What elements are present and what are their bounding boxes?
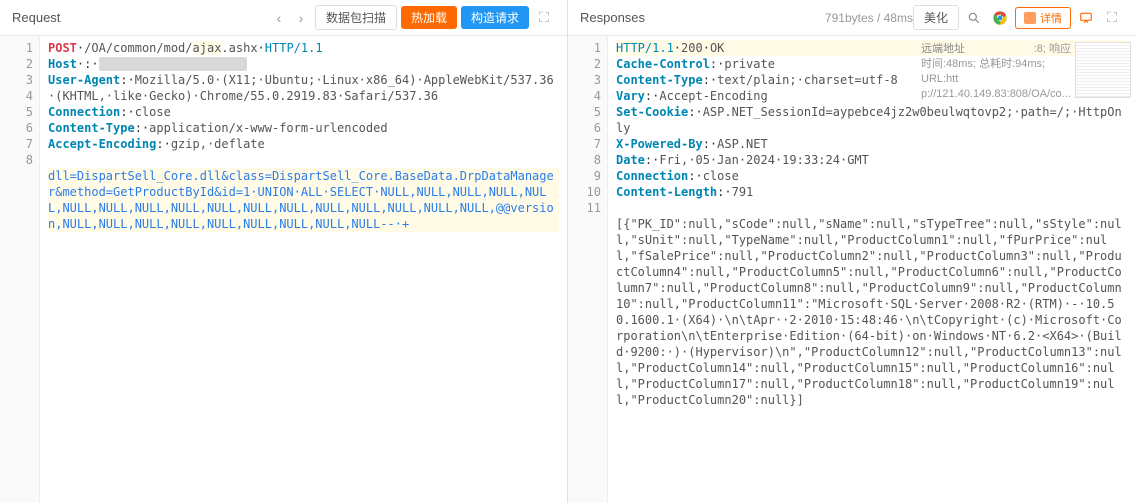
remote-suffix: :8; 响应	[1034, 42, 1071, 57]
request-panel: Request ‹ › 数据包扫描 热加载 构造请求 ⛶ 12345678 PO…	[0, 0, 568, 503]
response-code[interactable]: HTTP/1.1·200·OKCache-Control:·privateCon…	[608, 36, 1135, 503]
build-request-button[interactable]: 构造请求	[461, 6, 529, 29]
timing-info: 时间:48ms; 总耗时:94ms; URL:htt	[921, 57, 1071, 87]
response-header-actions: 美化 详情 ⛶	[913, 5, 1123, 30]
response-gutter: 1234567891011	[568, 36, 608, 503]
chat-icon[interactable]	[1075, 7, 1097, 29]
request-title: Request	[12, 10, 269, 25]
request-body[interactable]: 12345678 POST·/OA/common/mod/ajax.ashx·H…	[0, 36, 567, 503]
response-thumbnail[interactable]	[1075, 42, 1131, 98]
beautify-button[interactable]: 美化	[913, 5, 959, 30]
search-icon[interactable]	[963, 7, 985, 29]
url-tail: p://121.40.149.83:808/OA/co...	[921, 87, 1071, 102]
request-header: Request ‹ › 数据包扫描 热加载 构造请求 ⛶	[0, 0, 567, 36]
remote-info-box: 远端地址 :8; 响应 时间:48ms; 总耗时:94ms; URL:htt p:…	[921, 42, 1071, 102]
remote-label: 远端地址	[921, 42, 965, 57]
request-code[interactable]: POST·/OA/common/mod/ajax.ashx·HTTP/1.1Ho…	[40, 36, 567, 503]
app-root: Request ‹ › 数据包扫描 热加载 构造请求 ⛶ 12345678 PO…	[0, 0, 1135, 503]
detail-button[interactable]: 详情	[1015, 7, 1071, 29]
expand-icon[interactable]: ⛶	[533, 7, 555, 29]
response-title: Responses	[580, 10, 817, 25]
request-header-actions: ‹ › 数据包扫描 热加载 构造请求 ⛶	[269, 5, 555, 30]
response-meta: 791bytes / 48ms	[825, 11, 913, 25]
nav-next-icon[interactable]: ›	[291, 8, 311, 28]
hot-load-button[interactable]: 热加载	[401, 6, 457, 29]
expand-response-icon[interactable]: ⛶	[1101, 7, 1123, 29]
response-body[interactable]: 1234567891011 HTTP/1.1·200·OKCache-Contr…	[568, 36, 1135, 503]
scan-packet-button[interactable]: 数据包扫描	[315, 5, 397, 30]
response-header: Responses 791bytes / 48ms 美化 详情 ⛶	[568, 0, 1135, 36]
response-panel: Responses 791bytes / 48ms 美化 详情 ⛶ 123456…	[568, 0, 1135, 503]
chrome-icon[interactable]	[989, 7, 1011, 29]
detail-button-label: 详情	[1040, 10, 1062, 26]
detail-icon	[1024, 12, 1036, 24]
nav-prev-icon[interactable]: ‹	[269, 8, 289, 28]
request-gutter: 12345678	[0, 36, 40, 503]
nav-arrows: ‹ ›	[269, 8, 311, 28]
